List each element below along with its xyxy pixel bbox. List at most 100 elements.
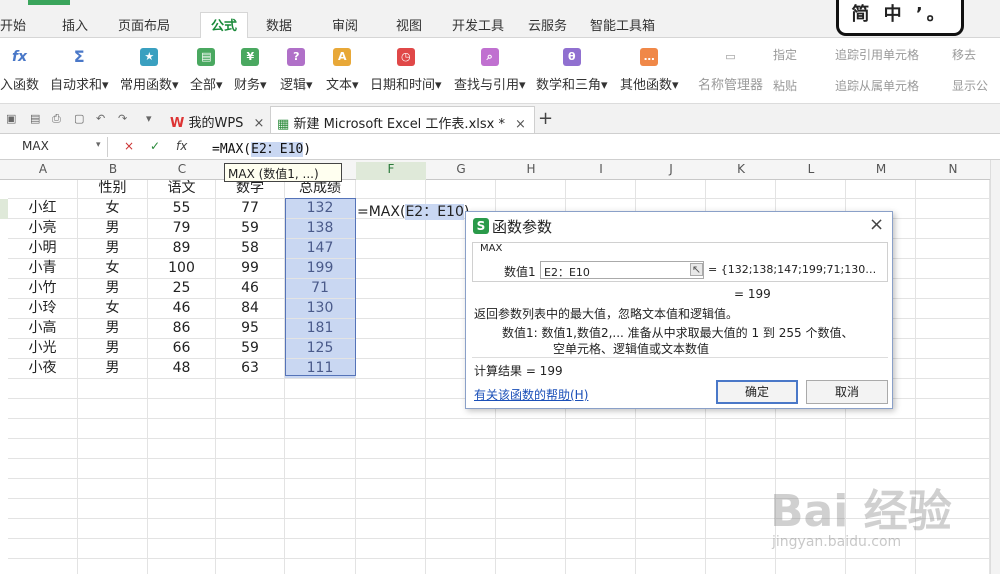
table-cell[interactable] — [356, 359, 426, 379]
table-cell[interactable] — [78, 419, 148, 439]
ribbon-item-trace-dependents[interactable]: 追踪从属单元格 — [835, 77, 919, 94]
table-cell[interactable] — [356, 479, 426, 499]
ribbon-button-4[interactable]: ¥ 财务▾ — [234, 48, 267, 93]
table-cell[interactable] — [285, 499, 356, 519]
table-cell[interactable] — [916, 180, 990, 199]
table-cell[interactable] — [356, 519, 426, 539]
table-cell[interactable]: 84 — [216, 299, 285, 319]
table-cell[interactable]: 66 — [148, 339, 216, 359]
table-cell[interactable] — [148, 399, 216, 419]
table-cell[interactable] — [8, 519, 78, 539]
table-cell[interactable] — [566, 519, 636, 539]
cancel-button[interactable]: 取消 — [806, 380, 888, 404]
table-cell[interactable] — [356, 319, 426, 339]
table-cell[interactable] — [148, 439, 216, 459]
table-cell[interactable] — [285, 439, 356, 459]
table-cell[interactable] — [916, 399, 990, 419]
table-cell[interactable] — [78, 459, 148, 479]
table-cell[interactable] — [356, 219, 426, 239]
table-cell[interactable] — [916, 439, 990, 459]
table-cell[interactable]: 79 — [148, 219, 216, 239]
column-header-L[interactable]: L — [776, 162, 846, 180]
column-header-M[interactable]: M — [846, 162, 916, 180]
ribbon-button-3[interactable]: ▤ 全部▾ — [190, 48, 223, 93]
table-cell[interactable] — [78, 519, 148, 539]
table-cell[interactable]: 语文 — [148, 180, 216, 199]
table-cell[interactable] — [636, 559, 706, 574]
table-cell[interactable] — [706, 479, 776, 499]
table-cell[interactable] — [706, 419, 776, 439]
table-cell[interactable] — [426, 419, 496, 439]
table-cell[interactable] — [636, 479, 706, 499]
table-cell[interactable] — [496, 419, 566, 439]
table-cell[interactable] — [8, 559, 78, 574]
table-cell[interactable]: 男 — [78, 339, 148, 359]
table-cell[interactable] — [148, 419, 216, 439]
redo-icon[interactable]: ↷ — [118, 112, 127, 125]
table-cell[interactable] — [916, 359, 990, 379]
table-cell[interactable] — [8, 180, 78, 199]
tab-3[interactable]: 公式 — [200, 12, 249, 39]
table-cell[interactable]: 77 — [216, 199, 285, 219]
table-cell[interactable] — [916, 339, 990, 359]
table-cell[interactable] — [636, 459, 706, 479]
table-cell[interactable] — [426, 479, 496, 499]
quick-access-dropdown-icon[interactable]: ▾ — [146, 112, 152, 125]
table-cell[interactable]: 46 — [216, 279, 285, 299]
table-cell[interactable]: 89 — [148, 239, 216, 259]
table-cell[interactable]: 男 — [78, 359, 148, 379]
table-cell[interactable]: 86 — [148, 319, 216, 339]
table-cell[interactable] — [148, 379, 216, 399]
table-cell[interactable]: 95 — [216, 319, 285, 339]
table-cell[interactable]: 小高 — [8, 319, 78, 339]
table-cell[interactable] — [8, 419, 78, 439]
ribbon-button-2[interactable]: ★ 常用函数▾ — [120, 48, 179, 93]
insert-function-icon[interactable]: fx — [176, 139, 187, 153]
app-menu-strip[interactable] — [28, 0, 70, 5]
table-cell[interactable] — [776, 180, 846, 199]
ribbon-item-trace-precedents[interactable]: 追踪引用单元格 — [835, 46, 919, 63]
column-header-B[interactable]: B — [78, 162, 148, 180]
table-cell[interactable] — [776, 419, 846, 439]
table-cell[interactable] — [356, 459, 426, 479]
table-cell[interactable]: 59 — [216, 339, 285, 359]
table-cell[interactable] — [916, 219, 990, 239]
table-cell[interactable]: 46 — [148, 299, 216, 319]
table-cell[interactable] — [566, 419, 636, 439]
table-cell[interactable] — [216, 479, 285, 499]
table-cell[interactable]: 63 — [216, 359, 285, 379]
formula-input[interactable]: =MAX(E2：E10) — [212, 138, 311, 157]
table-cell[interactable] — [496, 499, 566, 519]
table-cell[interactable] — [566, 479, 636, 499]
cancel-formula-icon[interactable]: × — [124, 139, 134, 153]
table-cell[interactable] — [8, 379, 78, 399]
table-cell[interactable]: 100 — [148, 259, 216, 279]
table-cell[interactable]: 58 — [216, 239, 285, 259]
tab-1[interactable]: 插入 — [62, 15, 88, 34]
table-cell[interactable] — [496, 180, 566, 199]
table-cell[interactable]: 48 — [148, 359, 216, 379]
table-cell[interactable] — [356, 539, 426, 559]
table-cell[interactable]: 59 — [216, 219, 285, 239]
table-cell[interactable]: 数学 — [216, 180, 285, 199]
table-cell[interactable] — [776, 439, 846, 459]
table-cell[interactable]: 小青 — [8, 259, 78, 279]
preview-icon[interactable]: ▢ — [74, 112, 84, 125]
doc-tab-excel[interactable]: ▦ 新建 Microsoft Excel 工作表.xlsx * × — [270, 106, 535, 133]
close-icon[interactable]: × — [515, 117, 526, 132]
table-cell[interactable] — [706, 519, 776, 539]
table-cell[interactable] — [78, 559, 148, 574]
table-cell[interactable] — [78, 539, 148, 559]
table-cell[interactable] — [8, 479, 78, 499]
column-header-K[interactable]: K — [706, 162, 776, 180]
table-cell[interactable] — [356, 339, 426, 359]
table-cell[interactable] — [285, 539, 356, 559]
table-cell[interactable]: 小夜 — [8, 359, 78, 379]
ribbon-item-remove-arrows[interactable]: 移去 — [952, 46, 976, 63]
save-icon[interactable]: ▣ — [6, 112, 16, 125]
table-cell[interactable]: 55 — [148, 199, 216, 219]
table-cell[interactable] — [916, 319, 990, 339]
table-cell[interactable]: 男 — [78, 219, 148, 239]
table-cell[interactable] — [216, 459, 285, 479]
table-cell[interactable] — [8, 399, 78, 419]
